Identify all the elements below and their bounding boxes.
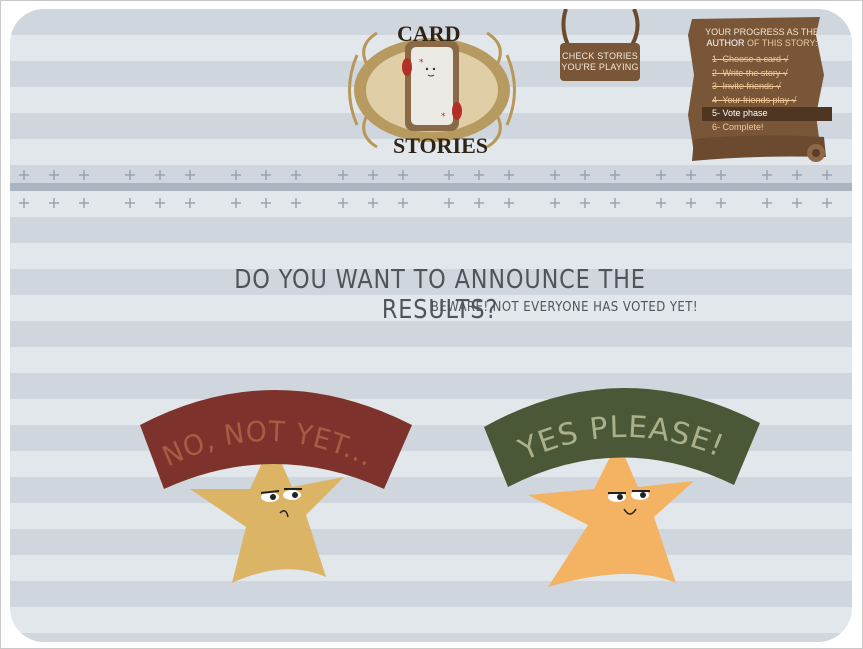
cross-icon — [762, 170, 772, 180]
cross-icon — [368, 170, 378, 180]
cross-icon — [19, 170, 29, 180]
card-stories-logo[interactable]: * * CARD STORIES — [337, 15, 527, 165]
cross-icon — [155, 170, 165, 180]
check-stories-sign[interactable]: CHECK STORIES YOU'RE PLAYING — [556, 9, 646, 89]
cross-icon — [580, 170, 590, 180]
cross-icon — [338, 198, 348, 208]
progress-step-3: 3- Invite friends √ — [712, 81, 781, 91]
cross-icon — [155, 198, 165, 208]
announce-question: DO YOU WANT TO ANNOUNCE THE RESULTS? — [234, 265, 646, 325]
progress-step-2: 2- Write the story √ — [712, 67, 788, 78]
cross-icon — [792, 170, 802, 180]
header-divider — [10, 183, 852, 191]
cross-icon — [444, 198, 454, 208]
cross-icon — [338, 170, 348, 180]
svg-text:*: * — [419, 58, 424, 68]
page-frame: * * CARD STORIES CHECK STORIES YOU'RE PL… — [10, 9, 852, 642]
cross-icon — [231, 198, 241, 208]
logo-title-bottom: STORIES — [393, 133, 488, 158]
cross-icon — [716, 170, 726, 180]
cross-icon — [185, 198, 195, 208]
progress-step-5-current: 5- Vote phase — [702, 107, 832, 121]
progress-step-1: 1- Choose a card √ — [712, 54, 789, 64]
cross-icon — [822, 198, 832, 208]
progress-heading: YOUR PROGRESS AS THE AUTHOR OF THIS STOR… — [705, 27, 819, 48]
cross-icon — [79, 198, 89, 208]
svg-text:*: * — [441, 112, 446, 122]
cross-icon — [550, 198, 560, 208]
cross-icon — [686, 170, 696, 180]
cross-icon — [398, 170, 408, 180]
cross-icon — [125, 170, 135, 180]
progress-scroll: YOUR PROGRESS AS THE AUTHOR OF THIS STOR… — [684, 15, 834, 165]
cross-icon — [368, 198, 378, 208]
progress-step-6: 6- Complete! — [712, 121, 764, 132]
cross-row-icon — [19, 170, 832, 180]
cross-icon — [504, 170, 514, 180]
no-not-yet-button[interactable]: NO, NOT YET... — [134, 377, 414, 597]
cross-icon — [49, 198, 59, 208]
cross-icon — [610, 198, 620, 208]
cross-icon — [231, 170, 241, 180]
cross-icon — [261, 198, 271, 208]
cross-icon — [716, 198, 726, 208]
logo-title-top: CARD — [397, 21, 461, 46]
cross-icon — [398, 198, 408, 208]
cross-icon — [762, 198, 772, 208]
cross-icon — [792, 198, 802, 208]
cross-icon — [185, 170, 195, 180]
yes-please-button[interactable]: YES PLEASE! — [480, 377, 760, 597]
not-voted-warning: BEWARE! NOT EVERYONE HAS VOTED YET! — [430, 300, 698, 315]
cross-icon — [580, 198, 590, 208]
progress-step-4: 4- Your friends play √ — [712, 94, 797, 105]
cross-icon — [291, 170, 301, 180]
cross-icon — [686, 198, 696, 208]
cross-icon — [656, 170, 666, 180]
check-stories-button[interactable]: CHECK STORIES YOU'RE PLAYING — [560, 43, 640, 81]
cross-icon — [504, 198, 514, 208]
cross-icon — [474, 198, 484, 208]
cross-icon — [550, 170, 560, 180]
cross-row-icon — [19, 198, 832, 208]
cross-icon — [822, 170, 832, 180]
cross-icon — [656, 198, 666, 208]
cross-icon — [79, 170, 89, 180]
cross-icon — [610, 170, 620, 180]
cross-icon — [19, 198, 29, 208]
cross-icon — [444, 170, 454, 180]
cross-pattern-top — [10, 165, 852, 185]
cross-icon — [474, 170, 484, 180]
cross-icon — [291, 198, 301, 208]
cross-icon — [261, 170, 271, 180]
cross-icon — [49, 170, 59, 180]
cross-pattern-bottom — [10, 193, 852, 213]
cross-icon — [125, 198, 135, 208]
